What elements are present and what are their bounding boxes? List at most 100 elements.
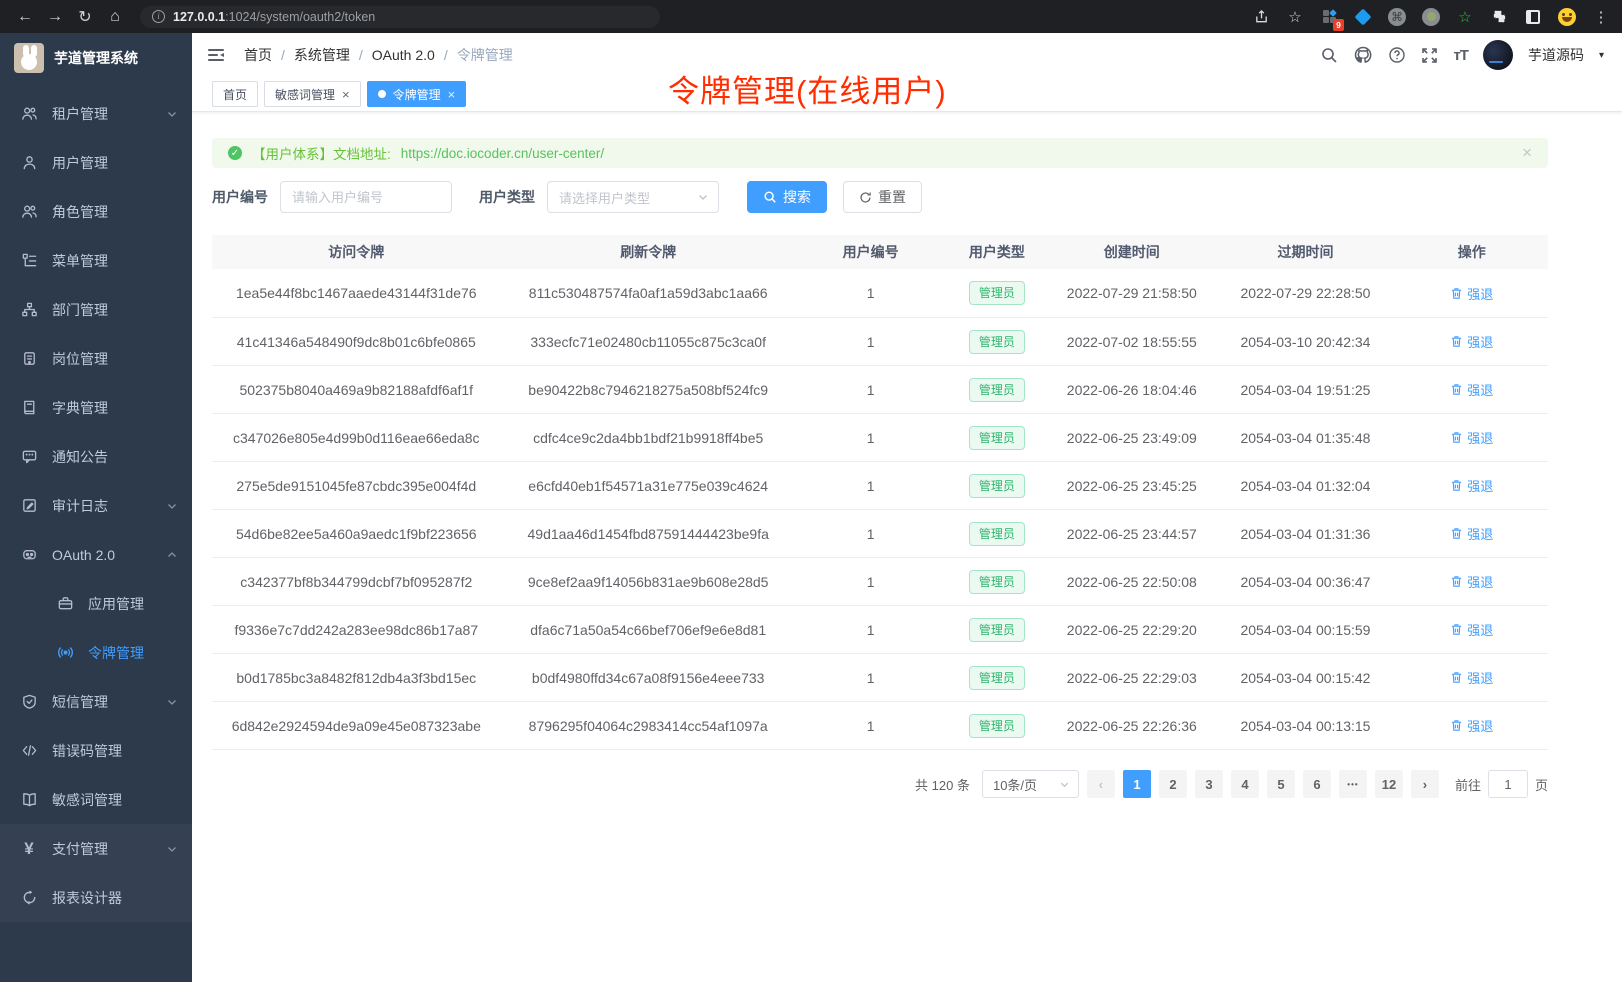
app-logo[interactable]: 芋道管理系统: [0, 33, 192, 83]
extensions-icon[interactable]: 9: [1318, 6, 1340, 28]
force-logout-button[interactable]: 强退: [1450, 380, 1493, 399]
page-button-6[interactable]: 6: [1303, 770, 1331, 798]
more-pages-button[interactable]: •••: [1339, 770, 1367, 798]
force-logout-button[interactable]: 强退: [1450, 572, 1493, 591]
font-size-icon[interactable]: тT: [1453, 47, 1468, 64]
next-page-button[interactable]: ›: [1411, 770, 1439, 798]
force-logout-button[interactable]: 强退: [1450, 524, 1493, 543]
sidebar-item-book-14[interactable]: 敏感词管理: [0, 775, 192, 824]
prev-page-button[interactable]: ‹: [1087, 770, 1115, 798]
menu-dots-icon[interactable]: ⋮: [1590, 6, 1612, 28]
user-type-cell: 管理员: [945, 666, 1048, 690]
search-button[interactable]: 搜索: [747, 181, 827, 213]
sidebar-item-app-10[interactable]: 应用管理: [0, 579, 192, 628]
main-content: ✓ 【用户体系】文档地址: https://doc.iocoder.cn/use…: [192, 112, 1622, 982]
command-icon[interactable]: ⌘: [1386, 6, 1408, 28]
collapse-sidebar-icon[interactable]: [206, 45, 226, 65]
sidebar-item-label: 部门管理: [52, 300, 108, 320]
goto-page-input[interactable]: [1488, 770, 1528, 798]
force-logout-button[interactable]: 强退: [1450, 428, 1493, 447]
force-logout-button[interactable]: 强退: [1450, 332, 1493, 351]
force-logout-button[interactable]: 强退: [1450, 284, 1493, 303]
avatar[interactable]: [1483, 40, 1513, 70]
force-logout-button[interactable]: 强退: [1450, 716, 1493, 735]
breadcrumb-item[interactable]: 首页: [244, 45, 272, 65]
page-info-icon[interactable]: i: [152, 10, 165, 23]
back-icon[interactable]: ←: [10, 4, 40, 30]
breadcrumb: 首页/系统管理/OAuth 2.0/令牌管理: [244, 45, 513, 65]
breadcrumb-item[interactable]: OAuth 2.0: [372, 47, 435, 63]
user-id-input[interactable]: [280, 181, 452, 213]
sidebar-item-notice-7[interactable]: 通知公告: [0, 432, 192, 481]
page-button-2[interactable]: 2: [1159, 770, 1187, 798]
green-star-icon[interactable]: ☆: [1454, 6, 1476, 28]
record-icon[interactable]: [1420, 6, 1442, 28]
page-button-3[interactable]: 3: [1195, 770, 1223, 798]
sidebar-item-report-16[interactable]: 报表设计器: [0, 873, 192, 922]
user-id-cell: 1: [796, 622, 946, 638]
sidebar-item-dict-6[interactable]: 字典管理: [0, 383, 192, 432]
user-type-select[interactable]: 请选择用户类型: [547, 181, 719, 213]
address-bar[interactable]: i 127.0.0.1:1024/system/oauth2/token: [140, 6, 660, 28]
star-icon[interactable]: ☆: [1284, 6, 1306, 28]
sidebar-item-users-0[interactable]: 租户管理: [0, 89, 192, 138]
force-logout-button[interactable]: 强退: [1450, 620, 1493, 639]
page-button-5[interactable]: 5: [1267, 770, 1295, 798]
share-icon[interactable]: [1250, 6, 1272, 28]
alert-close-icon[interactable]: ×: [1522, 143, 1532, 163]
breadcrumb-item[interactable]: 系统管理: [294, 45, 350, 65]
fullscreen-icon[interactable]: [1421, 47, 1438, 64]
reset-button[interactable]: 重置: [843, 181, 922, 213]
sidebar-item-label: 岗位管理: [52, 349, 108, 369]
action-cell: 强退: [1396, 716, 1548, 735]
tab-label: 令牌管理: [393, 86, 441, 103]
users-icon: [20, 105, 38, 123]
sidebar-item-audit-8[interactable]: 审计日志: [0, 481, 192, 530]
sidebar-item-yen-15[interactable]: ¥支付管理: [0, 824, 192, 873]
search-icon[interactable]: [1320, 46, 1338, 64]
tab-item[interactable]: 首页: [212, 81, 258, 107]
forward-icon[interactable]: →: [40, 4, 70, 30]
user-type-badge: 管理员: [969, 474, 1025, 498]
tab-close-icon[interactable]: ×: [342, 88, 350, 101]
sidebar-item-robot-9[interactable]: OAuth 2.0: [0, 530, 192, 579]
home-icon[interactable]: ⌂: [100, 4, 130, 30]
table-row: 54d6be82ee5a460a9aedc1f9bf22365649d1aa46…: [212, 509, 1548, 557]
sidebar-item-code-13[interactable]: 错误码管理: [0, 726, 192, 775]
page-button-1[interactable]: 1: [1123, 770, 1151, 798]
force-logout-button[interactable]: 强退: [1450, 668, 1493, 687]
sidebar-item-user-1[interactable]: 用户管理: [0, 138, 192, 187]
doc-link[interactable]: https://doc.iocoder.cn/user-center/: [401, 146, 604, 161]
emoji-icon[interactable]: [1556, 6, 1578, 28]
sidebar-item-roles-2[interactable]: 角色管理: [0, 187, 192, 236]
active-tab-dot: [378, 90, 386, 98]
refresh-icon: [859, 191, 872, 204]
sidebar-item-post-5[interactable]: 岗位管理: [0, 334, 192, 383]
page-button-4[interactable]: 4: [1231, 770, 1259, 798]
reader-icon[interactable]: [1522, 6, 1544, 28]
tab-active[interactable]: 令牌管理 ×: [367, 81, 467, 107]
app-icon: [56, 595, 74, 613]
sidebar-item-org-4[interactable]: 部门管理: [0, 285, 192, 334]
access-token-cell: 1ea5e44f8bc1467aaede43144f31de76: [212, 285, 501, 301]
puzzle-icon[interactable]: [1488, 6, 1510, 28]
reload-icon[interactable]: ↻: [70, 4, 100, 30]
page-button-12[interactable]: 12: [1375, 770, 1403, 798]
force-logout-button[interactable]: 强退: [1450, 476, 1493, 495]
gem-icon[interactable]: [1352, 6, 1374, 28]
sidebar-item-label: 短信管理: [52, 692, 108, 712]
sidebar-item-label: 通知公告: [52, 447, 108, 467]
tab-item[interactable]: 敏感词管理×: [264, 81, 361, 107]
tab-close-icon[interactable]: ×: [448, 88, 456, 101]
help-icon[interactable]: [1388, 46, 1406, 64]
refresh-token-cell: 8796295f04064c2983414cc54af1097a: [501, 718, 796, 734]
sidebar-item-token-11[interactable]: 令牌管理: [0, 628, 192, 677]
column-header: 过期时间: [1215, 242, 1395, 262]
sidebar-item-menu-tree-3[interactable]: 菜单管理: [0, 236, 192, 285]
expire-time-cell: 2054-03-04 01:31:36: [1215, 526, 1395, 542]
github-icon[interactable]: [1353, 45, 1373, 65]
search-icon: [763, 190, 777, 204]
chevron-down-icon[interactable]: ▾: [1599, 50, 1604, 61]
sidebar-item-shield-12[interactable]: 短信管理: [0, 677, 192, 726]
page-size-select[interactable]: 10条/页: [982, 770, 1079, 798]
